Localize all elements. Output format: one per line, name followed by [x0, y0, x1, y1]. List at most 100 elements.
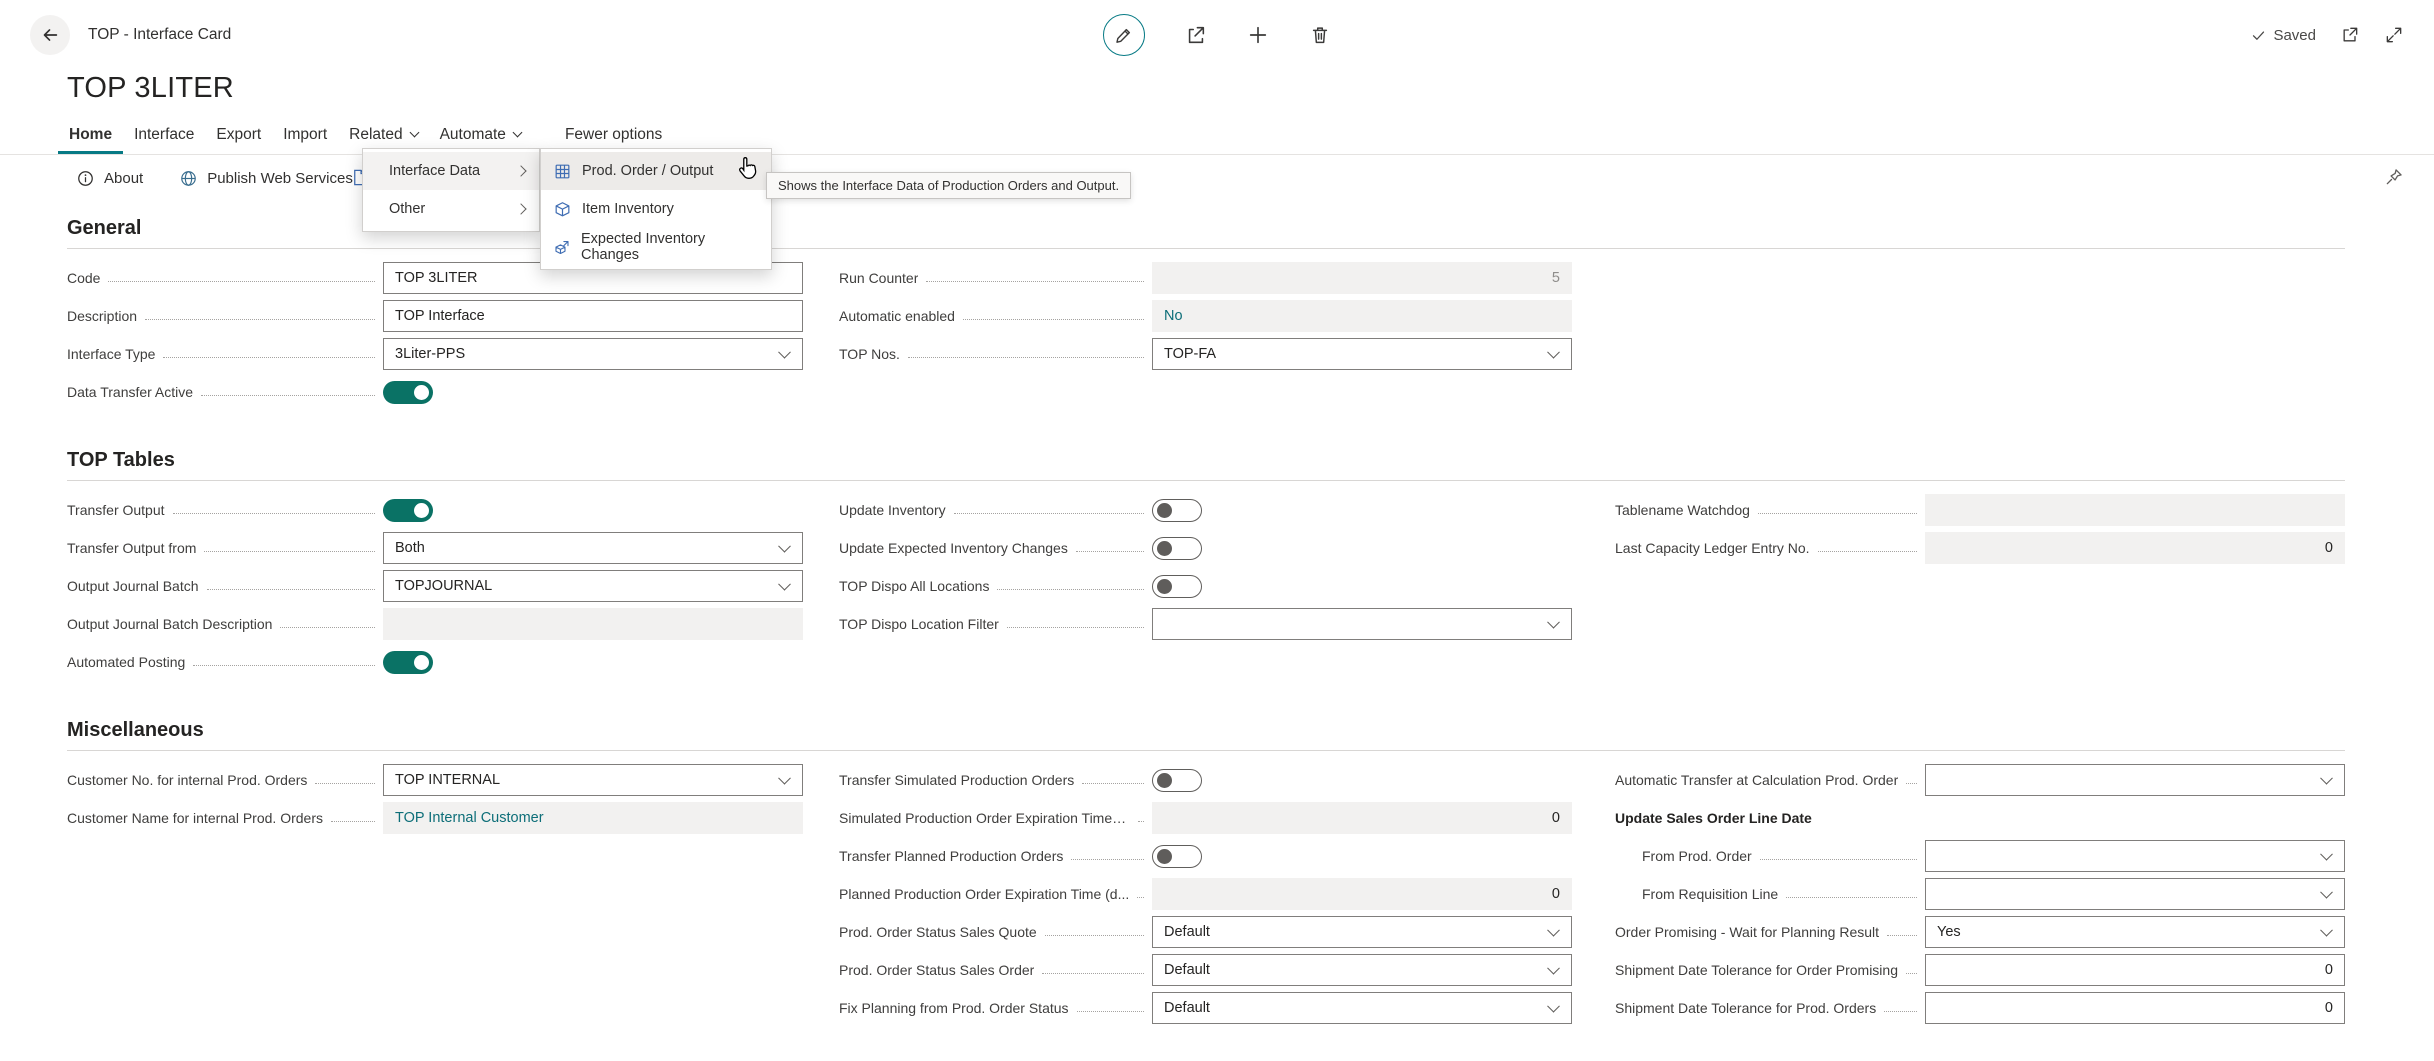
data-transfer-active-toggle[interactable] [383, 381, 433, 404]
toggle-knob [1157, 849, 1172, 864]
publish-web-services-label: Publish Web Services [207, 170, 353, 187]
toggle-knob [414, 503, 429, 518]
interface-data-submenu: Prod. Order / Output Item Inventory Expe… [540, 148, 772, 270]
dotted-leader [1071, 853, 1144, 860]
window-controls: Saved [2251, 25, 2404, 45]
dotted-leader [204, 545, 375, 552]
page-title: TOP 3LITER [0, 70, 2434, 115]
shipment-tol-prod-orders-input[interactable] [1925, 992, 2345, 1024]
dotted-leader [963, 313, 1144, 320]
chevron-down-icon [1547, 962, 1560, 975]
record-action-icons [1103, 0, 1331, 70]
output-journal-batch-select[interactable]: TOPJOURNAL [383, 570, 803, 602]
chevron-down-icon [1547, 1000, 1560, 1013]
dotted-leader [173, 507, 375, 514]
open-in-new-window-icon [2340, 25, 2360, 45]
from-prod-order-select[interactable] [1925, 840, 2345, 872]
submenu-item-prod-order-output[interactable]: Prod. Order / Output [541, 152, 771, 190]
automated-posting-toggle[interactable] [383, 651, 433, 674]
tab-interface[interactable]: Interface [123, 115, 205, 154]
submenu-item-expected-inventory-changes[interactable]: Expected Inventory Changes [541, 228, 771, 266]
fix-planning-select[interactable]: Default [1152, 992, 1572, 1024]
toggle-knob [1157, 541, 1172, 556]
submenu-item-item-inventory[interactable]: Item Inventory [541, 190, 771, 228]
status-sales-order-select[interactable]: Default [1152, 954, 1572, 986]
dotted-leader [1906, 967, 1917, 974]
simulated-expiration-field: 0 [1152, 802, 1572, 834]
card-content: General Code Description Interface Type [0, 201, 2434, 1027]
check-icon [2251, 28, 2266, 43]
output-journal-batch-description-field [383, 608, 803, 640]
tab-home[interactable]: Home [58, 115, 123, 154]
customer-no-internal-select[interactable]: TOP INTERNAL [383, 764, 803, 796]
shipment-tol-order-promising-input[interactable] [1925, 954, 2345, 986]
field-row-output-journal-batch: Output Journal Batch TOPJOURNAL [67, 567, 803, 605]
field-row-transfer-planned: Transfer Planned Production Orders [839, 837, 1572, 875]
dotted-leader [1077, 1005, 1144, 1012]
cube-arrow-icon [553, 238, 571, 257]
menu-item-other[interactable]: Other [363, 190, 539, 228]
dotted-leader [908, 351, 1144, 358]
save-status: Saved [2251, 27, 2316, 44]
update-expected-inventory-changes-toggle[interactable] [1152, 537, 1202, 560]
publish-web-services-button[interactable]: Publish Web Services [179, 169, 353, 188]
dotted-leader [280, 621, 375, 628]
transfer-simulated-toggle[interactable] [1152, 769, 1202, 792]
dotted-leader [108, 275, 375, 282]
dotted-leader [193, 659, 375, 666]
dotted-leader [1818, 545, 1917, 552]
dotted-leader [1760, 853, 1917, 860]
update-inventory-toggle[interactable] [1152, 499, 1202, 522]
toggle-knob [1157, 503, 1172, 518]
auto-transfer-calc-select[interactable] [1925, 764, 2345, 796]
section-general: General Code Description Interface Type [67, 217, 2345, 411]
transfer-output-toggle[interactable] [383, 499, 433, 522]
dotted-leader [163, 351, 375, 358]
top-dispo-all-locations-toggle[interactable] [1152, 575, 1202, 598]
field-row-customer-no-internal: Customer No. for internal Prod. Orders T… [67, 761, 803, 799]
field-row-transfer-output: Transfer Output [67, 491, 803, 529]
last-capacity-ledger-entry-no-field: 0 [1925, 532, 2345, 564]
delete-button[interactable] [1309, 24, 1331, 46]
arrow-left-icon [39, 24, 61, 46]
chevron-down-icon [1547, 616, 1560, 629]
field-row-data-transfer-active: Data Transfer Active [67, 373, 803, 411]
chevron-down-icon [778, 346, 791, 359]
top-dispo-location-filter-select[interactable] [1152, 608, 1572, 640]
new-record-button[interactable] [1247, 24, 1269, 46]
order-promising-select[interactable]: Yes [1925, 916, 2345, 948]
toggle-knob [1157, 773, 1172, 788]
back-button[interactable] [30, 15, 70, 55]
dotted-leader [997, 583, 1144, 590]
from-requisition-line-select[interactable] [1925, 878, 2345, 910]
transfer-output-from-select[interactable]: Both [383, 532, 803, 564]
pushpin-icon [2384, 167, 2404, 187]
dotted-leader [1082, 777, 1144, 784]
share-icon [1185, 24, 1207, 46]
save-status-label: Saved [2273, 27, 2316, 44]
interface-type-select[interactable]: 3Liter-PPS [383, 338, 803, 370]
open-in-new-window-button[interactable] [2340, 25, 2360, 45]
description-input[interactable] [383, 300, 803, 332]
field-row-top-nos: TOP Nos. TOP-FA [839, 335, 1572, 373]
pin-button[interactable] [2384, 167, 2404, 187]
chevron-down-icon [1547, 346, 1560, 359]
dotted-leader [207, 583, 375, 590]
dotted-leader [926, 275, 1144, 282]
menu-item-interface-data[interactable]: Interface Data [363, 152, 539, 190]
transfer-planned-toggle[interactable] [1152, 845, 1202, 868]
section-miscellaneous: Miscellaneous Customer No. for internal … [67, 719, 2345, 1027]
field-row-shipment-tol-order-promising: Shipment Date Tolerance for Order Promis… [1615, 951, 2345, 989]
chevron-right-icon [515, 165, 526, 176]
customer-name-internal-field: TOP Internal Customer [383, 802, 803, 834]
field-row-transfer-output-from: Transfer Output from Both [67, 529, 803, 567]
collapse-page-button[interactable] [2384, 25, 2404, 45]
chevron-down-icon [2320, 886, 2333, 899]
tab-import[interactable]: Import [272, 115, 338, 154]
status-sales-quote-select[interactable]: Default [1152, 916, 1572, 948]
about-button[interactable]: About [76, 169, 143, 188]
tab-export[interactable]: Export [205, 115, 272, 154]
top-nos-select[interactable]: TOP-FA [1152, 338, 1572, 370]
share-button[interactable] [1185, 24, 1207, 46]
edit-button[interactable] [1103, 14, 1145, 56]
